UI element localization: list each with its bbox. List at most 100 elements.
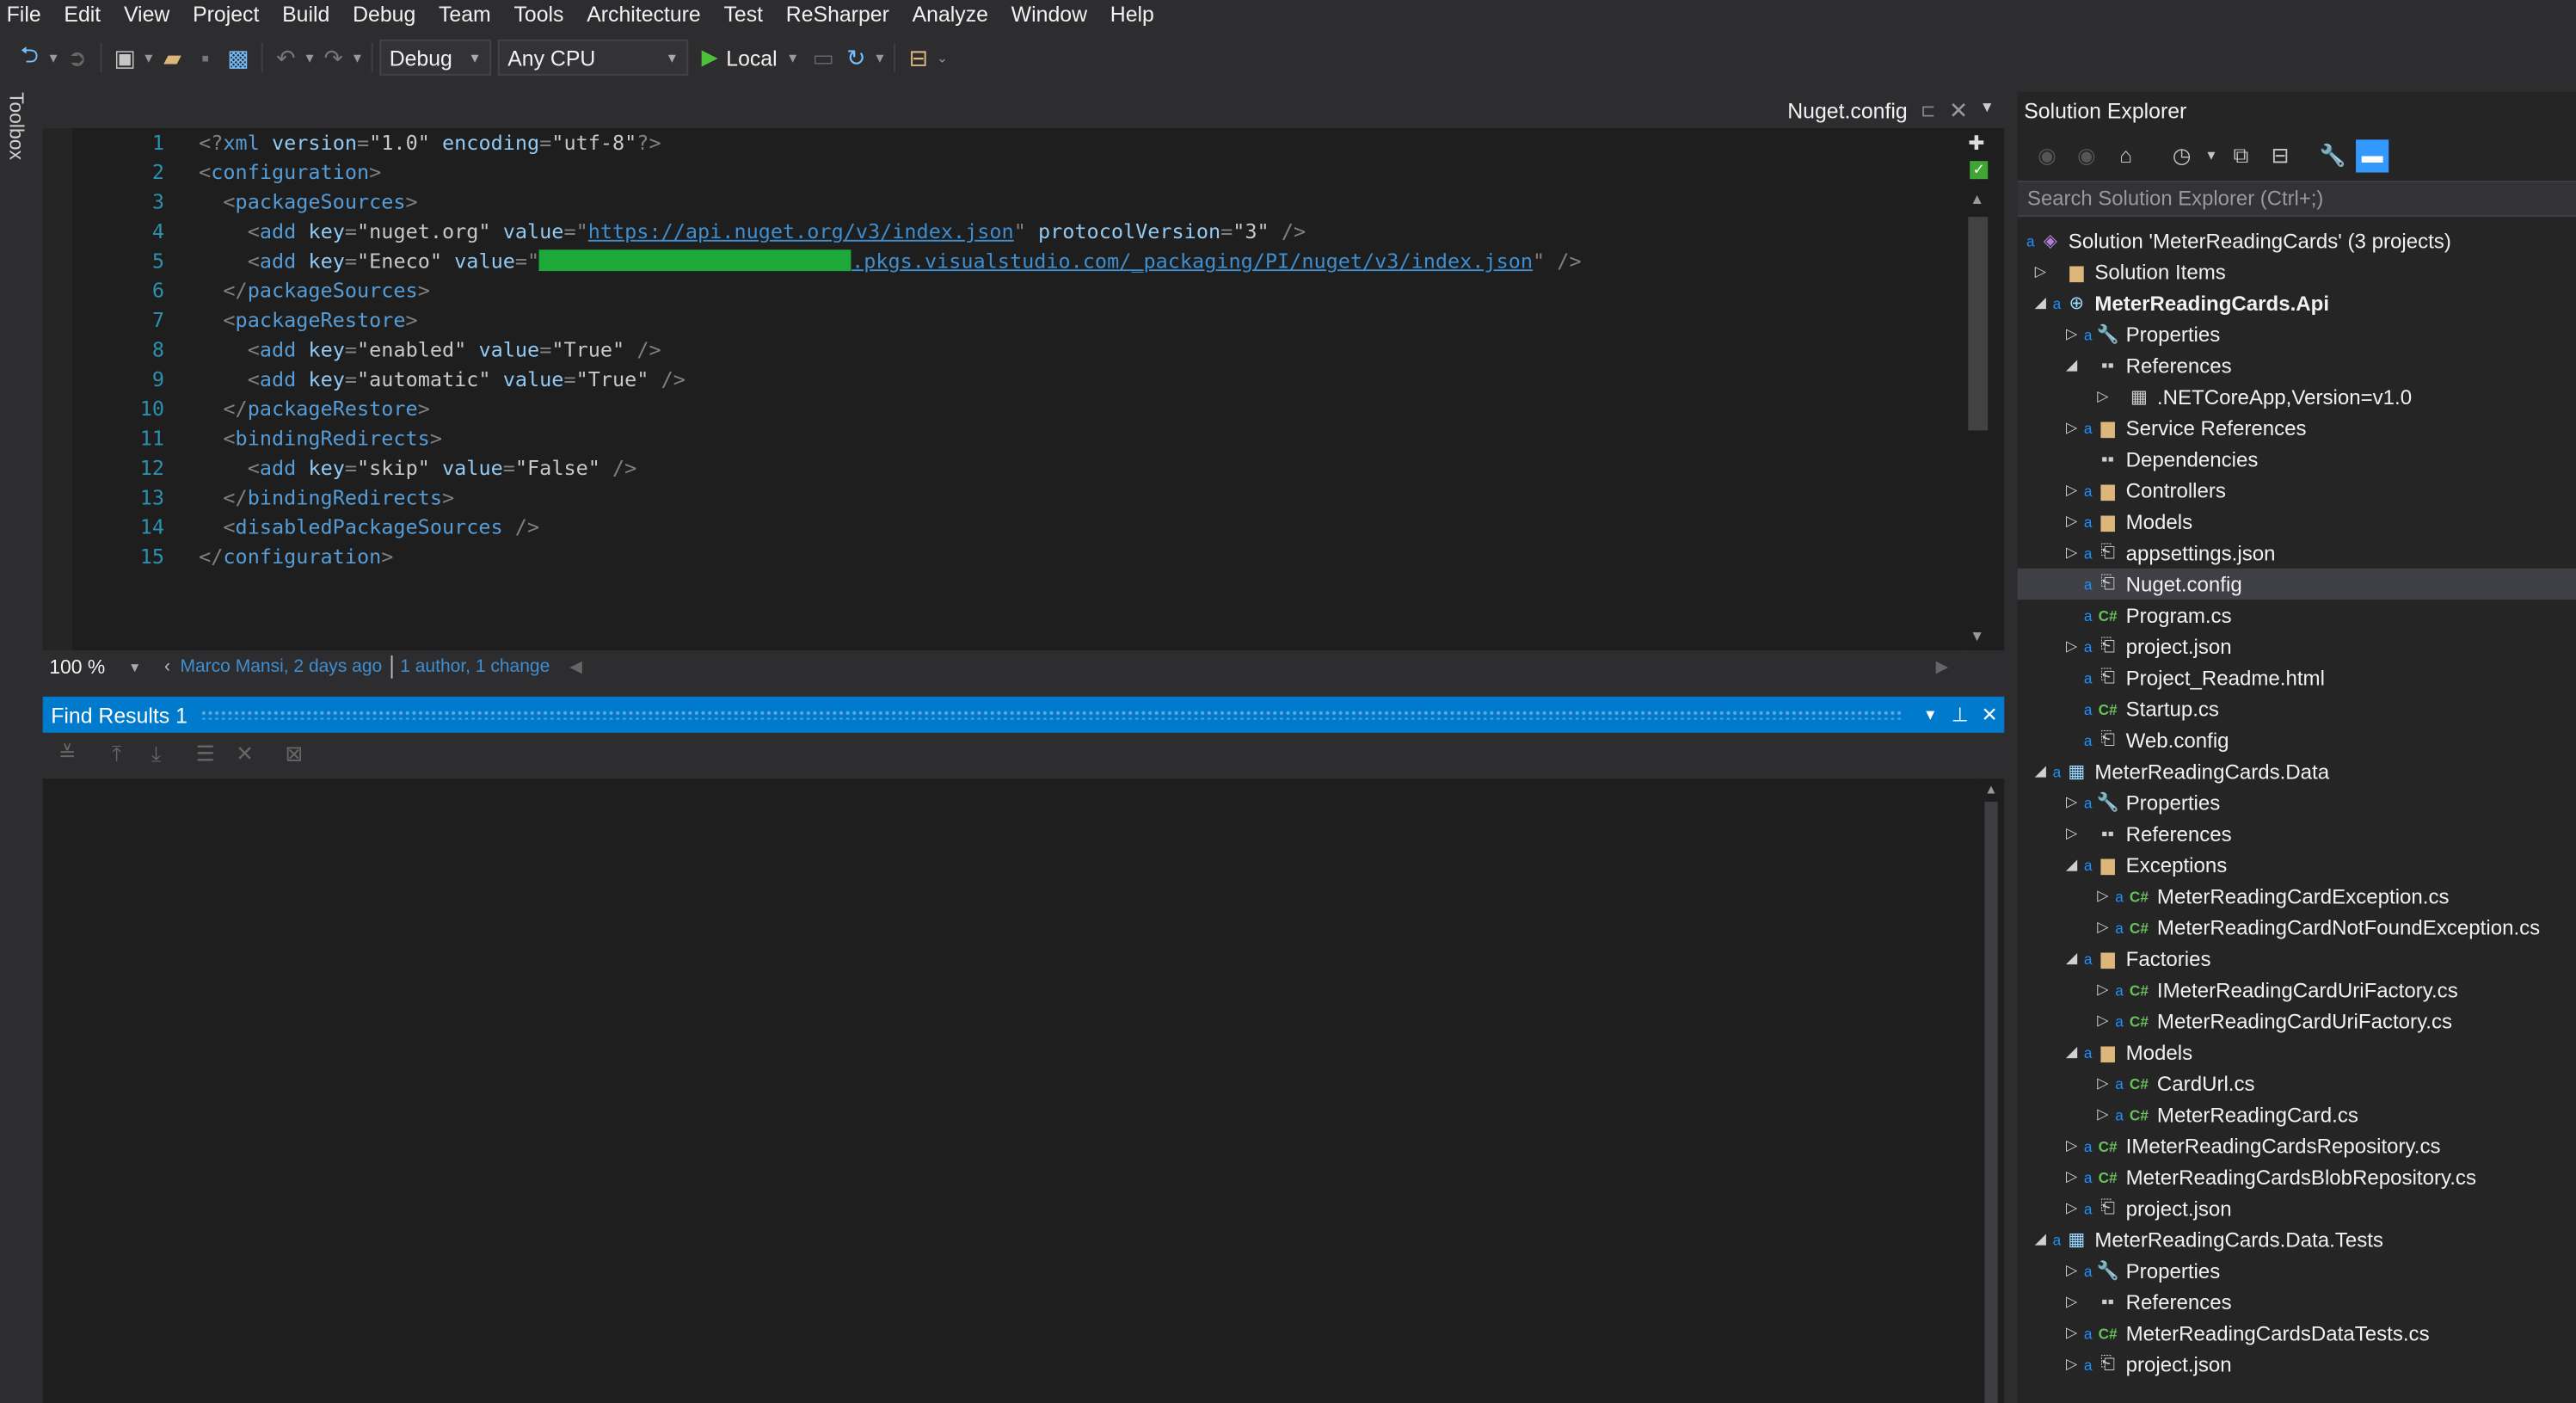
expand-icon[interactable]: ▷ — [2062, 825, 2081, 843]
tree-item-solution-items[interactable]: ▷ ▆ Solution Items — [2018, 256, 2576, 287]
expand-icon[interactable]: ▷ — [2062, 1137, 2081, 1155]
toolbox-sidebar[interactable]: Toolbox — [0, 82, 34, 1403]
menu-team[interactable]: Team — [427, 0, 502, 33]
menu-architecture[interactable]: Architecture — [575, 0, 712, 33]
menu-resharper[interactable]: ReSharper — [774, 0, 901, 33]
tree-item-file[interactable]: ▷ a C# MeterReadingCardsDataTests.cs — [2018, 1318, 2576, 1349]
scroll-left-icon[interactable]: ◀ — [569, 658, 582, 676]
undo-icon[interactable]: ↶ — [269, 41, 302, 74]
navigate-forward-icon[interactable]: ➲ — [61, 41, 94, 74]
tree-item-project[interactable]: ◢ a ▦ MeterReadingCards.Data.Tests — [2018, 1224, 2576, 1255]
menu-debug[interactable]: Debug — [341, 0, 427, 33]
save-all-icon[interactable]: ▩ — [222, 41, 255, 74]
pin-icon[interactable]: ⊏ — [1921, 100, 1936, 120]
url-link[interactable]: .pkgs.visualstudio.com/_packaging/PI/nug… — [851, 249, 1533, 273]
tree-item-file[interactable]: ▷ a ⎗ project.json — [2018, 1193, 2576, 1224]
tree-item-dependencies[interactable]: ▪▪ Dependencies — [2018, 444, 2576, 475]
expand-icon[interactable]: ▷ — [2062, 513, 2081, 531]
chevron-down-icon[interactable]: ▼ — [1915, 706, 1945, 723]
tree-item-file[interactable]: ▷ a ⎗ appsettings.json — [2018, 538, 2576, 569]
back-icon[interactable]: ◉ — [2031, 139, 2063, 172]
expand-icon[interactable]: ▷ — [2062, 1199, 2081, 1217]
menu-analyze[interactable]: Analyze — [901, 0, 999, 33]
close-icon[interactable]: ✕ — [1949, 96, 1968, 124]
forward-icon[interactable]: ◉ — [2070, 139, 2103, 172]
find-results-header[interactable]: Find Results 1 ▼ ⊥ ✕ — [42, 696, 2005, 733]
tree-item-file[interactable]: ▷ a C# MeterReadingCard.cs — [2018, 1099, 2576, 1130]
code-editor[interactable]: 1 <?xml version="1.0" encoding="utf-8"?> … — [42, 127, 1962, 651]
find-results-list[interactable] — [42, 778, 1978, 1403]
expand-icon[interactable]: ▷ — [2031, 263, 2050, 281]
scroll-up-icon[interactable]: ▲ — [1984, 782, 1997, 797]
tree-item-folder[interactable]: ◢ a ▆ Models — [2018, 1037, 2576, 1068]
menu-tools[interactable]: Tools — [502, 0, 575, 33]
expand-icon[interactable]: ▷ — [2062, 1262, 2081, 1280]
tree-item-solution[interactable]: a ◈ Solution 'MeterReadingCards' (3 projec… — [2018, 225, 2576, 256]
expand-icon[interactable]: ▷ — [2093, 919, 2112, 937]
find-in-files-icon[interactable]: ⊟ — [902, 41, 935, 74]
chevron-down-icon[interactable]: ▼ — [46, 50, 60, 65]
collapse-icon[interactable]: ◢ — [2031, 1230, 2050, 1248]
tree-item-properties[interactable]: ▷ a 🔧 Properties — [2018, 1255, 2576, 1286]
collapse-icon[interactable]: ◢ — [2062, 356, 2081, 374]
properties-wrench-icon[interactable]: 🔧 — [2316, 139, 2349, 172]
expand-icon[interactable]: ▷ — [2062, 1324, 2081, 1342]
editor-vertical-scrollbar[interactable]: ✚ ✓ ▲ ▼ — [1961, 127, 2005, 651]
expand-icon[interactable]: ▷ — [2093, 981, 2112, 999]
previous-result-icon[interactable]: ⤒ — [101, 741, 131, 770]
expand-icon[interactable]: ▷ — [2062, 419, 2081, 437]
menu-help[interactable]: Help — [1098, 0, 1165, 33]
expand-icon[interactable]: ▷ — [2093, 1105, 2112, 1123]
collapse-icon[interactable]: ◢ — [2062, 856, 2081, 874]
tree-item-properties[interactable]: ▷ a 🔧 Properties — [2018, 319, 2576, 350]
split-icon[interactable]: ✚ — [1968, 132, 1984, 155]
chevron-left-icon[interactable]: ‹ — [164, 657, 170, 677]
tab-nuget-config[interactable]: Nuget.config ⊏ ✕ — [1777, 91, 1969, 128]
menu-window[interactable]: Window — [999, 0, 1098, 33]
scroll-thumb[interactable] — [1968, 217, 1989, 431]
tree-item-project[interactable]: ◢ a ▦ MeterReadingCards.Data — [2018, 756, 2576, 787]
tree-item-project[interactable]: ◢ a ⊕ MeterReadingCards.Api — [2018, 287, 2576, 318]
chevron-down-icon[interactable]: ▼ — [302, 50, 317, 65]
solution-explorer-search-input[interactable]: Search Solution Explorer (Ctrl+;) — [2017, 181, 2576, 218]
tree-item-file[interactable]: ▷ a C# MeterReadingCardUriFactory.cs — [2018, 1006, 2576, 1037]
zoom-select[interactable]: 100 % ▼ — [43, 652, 148, 681]
collapse-icon[interactable]: ◢ — [2062, 950, 2081, 968]
tree-item-file[interactable]: ▷ a C# IMeterReadingCardUriFactory.cs — [2018, 975, 2576, 1006]
tree-item-folder[interactable]: ◢ a ▆ Exceptions — [2018, 849, 2576, 880]
expand-icon[interactable]: ▷ — [2093, 1074, 2112, 1092]
redo-icon[interactable]: ↷ — [317, 41, 350, 74]
tree-item-file[interactable]: a C# Program.cs — [2018, 600, 2576, 631]
expand-icon[interactable]: ▷ — [2062, 325, 2081, 343]
codelens-author[interactable]: Marco Mansi, 2 days ago — [180, 657, 382, 677]
next-result-icon[interactable]: ⤓ — [141, 741, 170, 770]
tree-item-file[interactable]: ▷ a C# MeterReadingCardsBlobRepository.cs — [2018, 1161, 2576, 1192]
tree-item-file[interactable]: ▷ a ⎗ project.json — [2018, 1349, 2576, 1380]
codelens-changes[interactable]: 1 author, 1 change — [400, 657, 550, 677]
chevron-down-icon[interactable]: ▼ — [141, 50, 156, 65]
go-to-location-icon[interactable]: ≚ — [52, 741, 82, 770]
tree-item-references[interactable]: ◢ ▪▪ References — [2018, 350, 2576, 381]
menu-view[interactable]: View — [113, 0, 181, 33]
tree-item-file[interactable]: ▷ a C# IMeterReadingCardsRepository.cs — [2018, 1130, 2576, 1161]
tree-item-file[interactable]: a C# Startup.cs — [2018, 693, 2576, 724]
tree-item-file[interactable]: ▷ a ⎗ project.json — [2018, 631, 2576, 662]
scroll-right-icon[interactable]: ▶ — [1936, 658, 1949, 676]
chevron-down-icon[interactable]: ▼ — [872, 50, 887, 65]
scroll-thumb[interactable] — [1984, 802, 1998, 1403]
configuration-select[interactable]: Debug ▼ — [379, 39, 492, 76]
collapse-icon[interactable]: ◢ — [2062, 1043, 2081, 1061]
sync-with-active-document-icon[interactable]: ⧉ — [2224, 139, 2257, 172]
expand-icon[interactable]: ▷ — [2062, 1293, 2081, 1311]
menu-edit[interactable]: Edit — [52, 0, 113, 33]
pin-icon[interactable]: ⊥ — [1946, 703, 1975, 726]
open-file-icon[interactable]: ▰ — [156, 41, 188, 74]
refresh-icon[interactable]: ↻ — [839, 41, 872, 74]
menu-project[interactable]: Project — [181, 0, 271, 33]
tree-item-properties[interactable]: ▷ a 🔧 Properties — [2018, 787, 2576, 818]
tree-item-file[interactable]: ▷ a C# MeterReadingCardException.cs — [2018, 881, 2576, 912]
expand-icon[interactable]: ▷ — [2093, 388, 2112, 406]
expand-icon[interactable]: ▷ — [2062, 1356, 2081, 1374]
navigate-back-icon[interactable]: ⮌ — [13, 41, 46, 74]
find-results-scrollbar[interactable]: ▲ — [1977, 778, 2005, 1403]
